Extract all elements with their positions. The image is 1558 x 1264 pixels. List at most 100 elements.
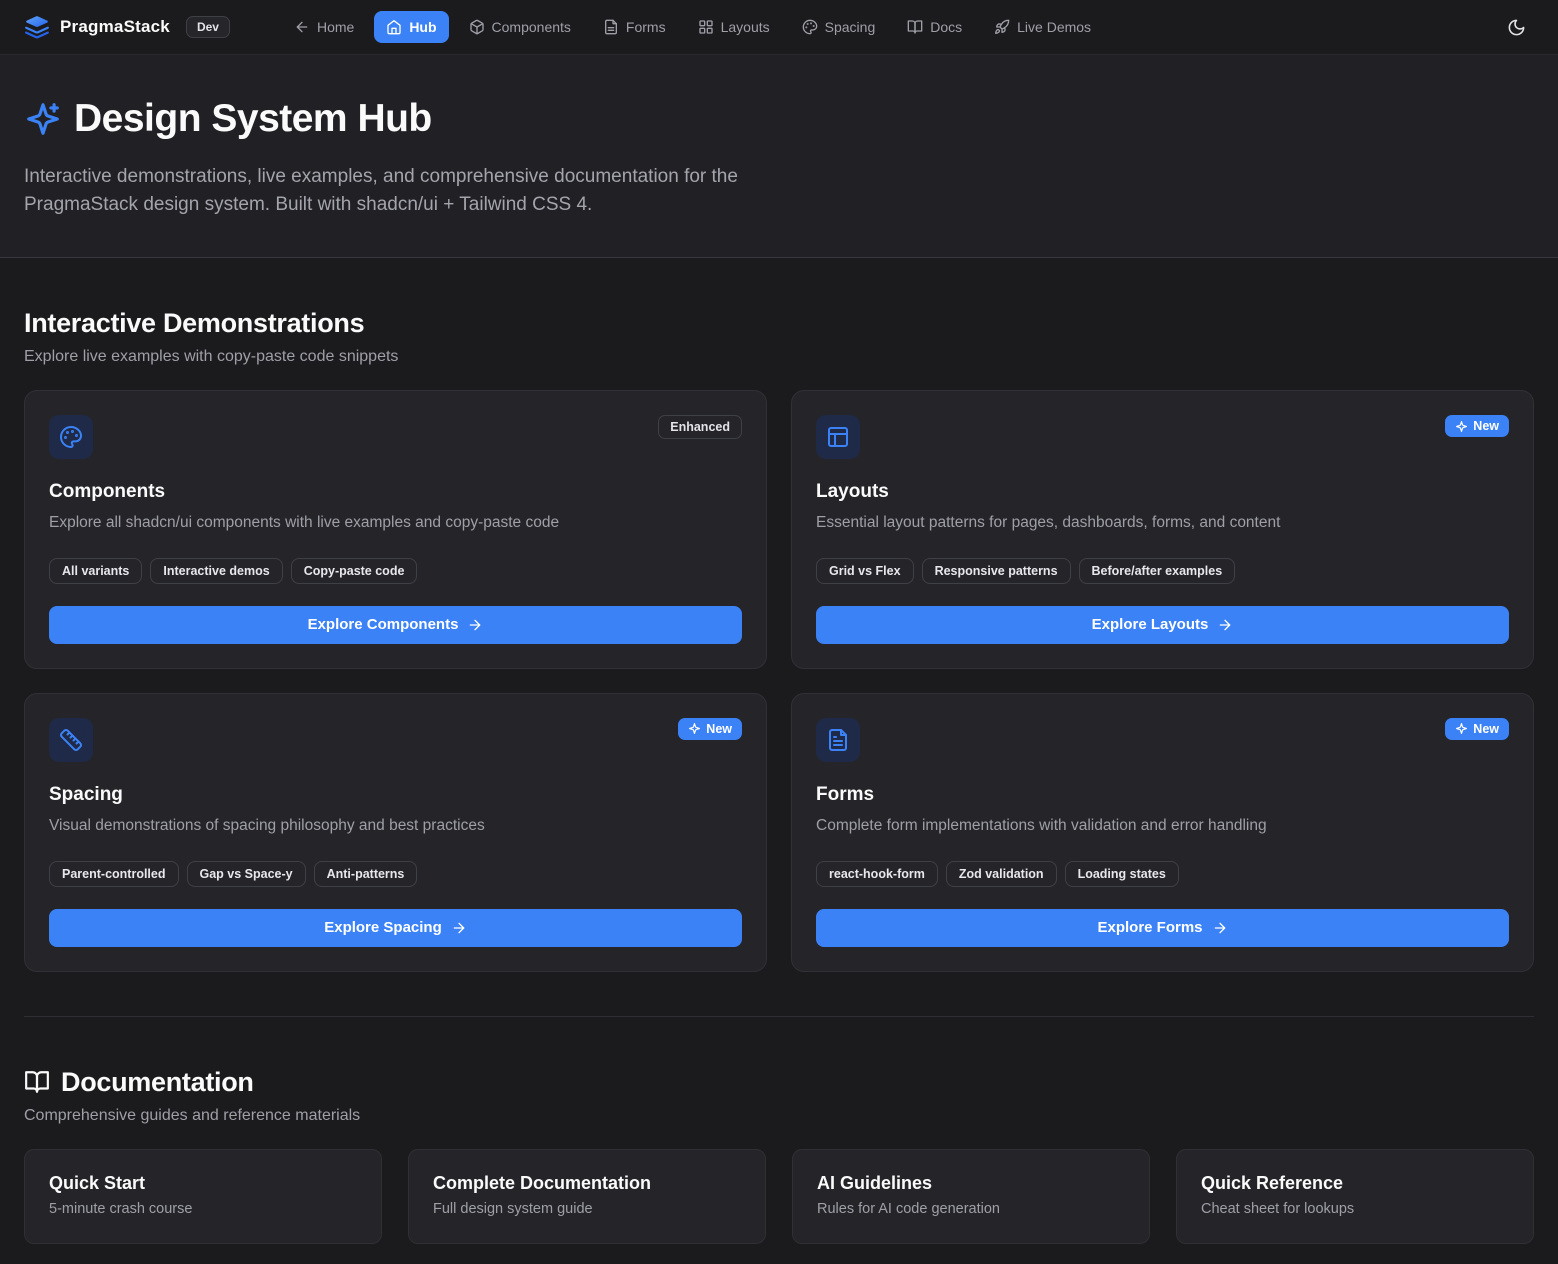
card-title: Components	[49, 481, 742, 503]
badge-label: New	[706, 722, 732, 736]
nav-item-layouts[interactable]: Layouts	[686, 11, 782, 43]
sparkles-icon	[1455, 722, 1468, 735]
demos-subheading: Explore live examples with copy-paste co…	[24, 348, 1534, 366]
hero-section: Design System Hub Interactive demonstrat…	[0, 55, 1558, 258]
doc-card-description: Cheat sheet for lookups	[1201, 1201, 1509, 1217]
tag-row: All variants Interactive demos Copy-past…	[49, 558, 742, 584]
card-title: Spacing	[49, 784, 742, 806]
doc-card-description: Rules for AI code generation	[817, 1201, 1125, 1217]
explore-forms-button[interactable]: Explore Forms	[816, 909, 1509, 947]
tag-row: Grid vs Flex Responsive patterns Before/…	[816, 558, 1509, 584]
new-badge: New	[1445, 718, 1509, 740]
sparkles-icon	[1455, 420, 1468, 433]
doc-card-title: Complete Documentation	[433, 1173, 741, 1194]
section-divider	[24, 1016, 1534, 1017]
tag-row: react-hook-form Zod validation Loading s…	[816, 861, 1509, 887]
button-label: Explore Forms	[1097, 919, 1202, 936]
nav-item-label: Components	[492, 19, 571, 35]
badge-label: New	[1473, 722, 1499, 736]
page-subtitle: Interactive demonstrations, live example…	[24, 163, 772, 219]
nav-item-forms[interactable]: Forms	[591, 11, 678, 43]
demos-heading: Interactive Demonstrations	[24, 308, 1534, 339]
demos-section-head: Interactive Demonstrations Explore live …	[24, 308, 1534, 366]
badge-label: New	[1473, 419, 1499, 433]
sparkles-icon	[24, 100, 62, 138]
arrow-right-icon	[451, 920, 467, 936]
tag: Loading states	[1065, 861, 1179, 887]
button-label: Explore Components	[308, 616, 459, 633]
rocket-icon	[994, 19, 1010, 35]
demo-card-layouts: New Layouts Essential layout patterns fo…	[791, 390, 1534, 669]
palette-icon	[802, 19, 818, 35]
docs-heading: Documentation	[61, 1067, 254, 1098]
tag: react-hook-form	[816, 861, 938, 887]
doc-card-ai-guidelines[interactable]: AI Guidelines Rules for AI code generati…	[792, 1149, 1150, 1244]
explore-spacing-button[interactable]: Explore Spacing	[49, 909, 742, 947]
doc-card-title: AI Guidelines	[817, 1173, 1125, 1194]
docs-section-head: Documentation Comprehensive guides and r…	[24, 1067, 1534, 1125]
tag: Before/after examples	[1079, 558, 1236, 584]
card-description: Visual demonstrations of spacing philoso…	[49, 815, 742, 837]
nav-item-label: Docs	[930, 19, 962, 35]
nav-item-home[interactable]: Home	[282, 11, 366, 43]
layout-grid-icon	[698, 19, 714, 35]
card-description: Explore all shadcn/ui components with li…	[49, 512, 742, 534]
button-label: Explore Spacing	[324, 919, 442, 936]
tag: Copy-paste code	[291, 558, 418, 584]
arrow-right-icon	[467, 617, 483, 633]
doc-card-grid: Quick Start 5-minute crash course Comple…	[24, 1149, 1534, 1244]
house-icon	[386, 19, 402, 35]
moon-icon	[1507, 18, 1526, 37]
demo-card-grid: Enhanced Components Explore all shadcn/u…	[24, 390, 1534, 971]
nav-item-label: Layouts	[721, 19, 770, 35]
nav-item-docs[interactable]: Docs	[895, 11, 974, 43]
card-title: Layouts	[816, 481, 1509, 503]
brand-name: PragmaStack	[60, 17, 170, 37]
demo-card-components: Enhanced Components Explore all shadcn/u…	[24, 390, 767, 669]
button-label: Explore Layouts	[1092, 616, 1209, 633]
nav-item-components[interactable]: Components	[457, 11, 583, 43]
arrow-right-icon	[1212, 920, 1228, 936]
doc-card-quick-start[interactable]: Quick Start 5-minute crash course	[24, 1149, 382, 1244]
doc-card-complete-documentation[interactable]: Complete Documentation Full design syste…	[408, 1149, 766, 1244]
new-badge: New	[1445, 415, 1509, 437]
tag: Responsive patterns	[922, 558, 1071, 584]
package-icon	[469, 19, 485, 35]
doc-card-description: Full design system guide	[433, 1201, 741, 1217]
book-open-icon	[24, 1069, 50, 1095]
doc-card-quick-reference[interactable]: Quick Reference Cheat sheet for lookups	[1176, 1149, 1534, 1244]
nav-item-label: Forms	[626, 19, 666, 35]
nav-item-spacing[interactable]: Spacing	[790, 11, 888, 43]
arrow-right-icon	[1217, 617, 1233, 633]
nav-item-label: Live Demos	[1017, 19, 1091, 35]
nav-links: Home Hub Components Forms Layouts	[282, 11, 1103, 43]
docs-subheading: Comprehensive guides and reference mater…	[24, 1107, 1534, 1125]
nav-item-label: Hub	[409, 19, 436, 35]
book-open-icon	[907, 19, 923, 35]
card-description: Complete form implementations with valid…	[816, 815, 1509, 837]
nav-item-hub[interactable]: Hub	[374, 11, 448, 43]
layers-logo-icon	[24, 14, 50, 40]
tag: Zod validation	[946, 861, 1057, 887]
file-text-icon	[603, 19, 619, 35]
brand[interactable]: PragmaStack Dev	[24, 14, 230, 40]
card-description: Essential layout patterns for pages, das…	[816, 512, 1509, 534]
doc-card-description: 5-minute crash course	[49, 1201, 357, 1217]
doc-card-title: Quick Start	[49, 1173, 357, 1194]
explore-layouts-button[interactable]: Explore Layouts	[816, 606, 1509, 644]
panels-top-left-icon	[816, 415, 860, 459]
nav-item-live-demos[interactable]: Live Demos	[982, 11, 1103, 43]
new-badge: New	[678, 718, 742, 740]
explore-components-button[interactable]: Explore Components	[49, 606, 742, 644]
arrow-left-icon	[294, 19, 310, 35]
demo-card-spacing: New Spacing Visual demonstrations of spa…	[24, 693, 767, 972]
tag-row: Parent-controlled Gap vs Space-y Anti-pa…	[49, 861, 742, 887]
tag: Anti-patterns	[314, 861, 418, 887]
tag: Grid vs Flex	[816, 558, 914, 584]
top-navbar: PragmaStack Dev Home Hub Components Fo	[0, 0, 1558, 55]
doc-card-title: Quick Reference	[1201, 1173, 1509, 1194]
theme-toggle-button[interactable]	[1499, 10, 1534, 45]
sparkles-icon	[688, 722, 701, 735]
tag: All variants	[49, 558, 142, 584]
nav-item-label: Spacing	[825, 19, 876, 35]
